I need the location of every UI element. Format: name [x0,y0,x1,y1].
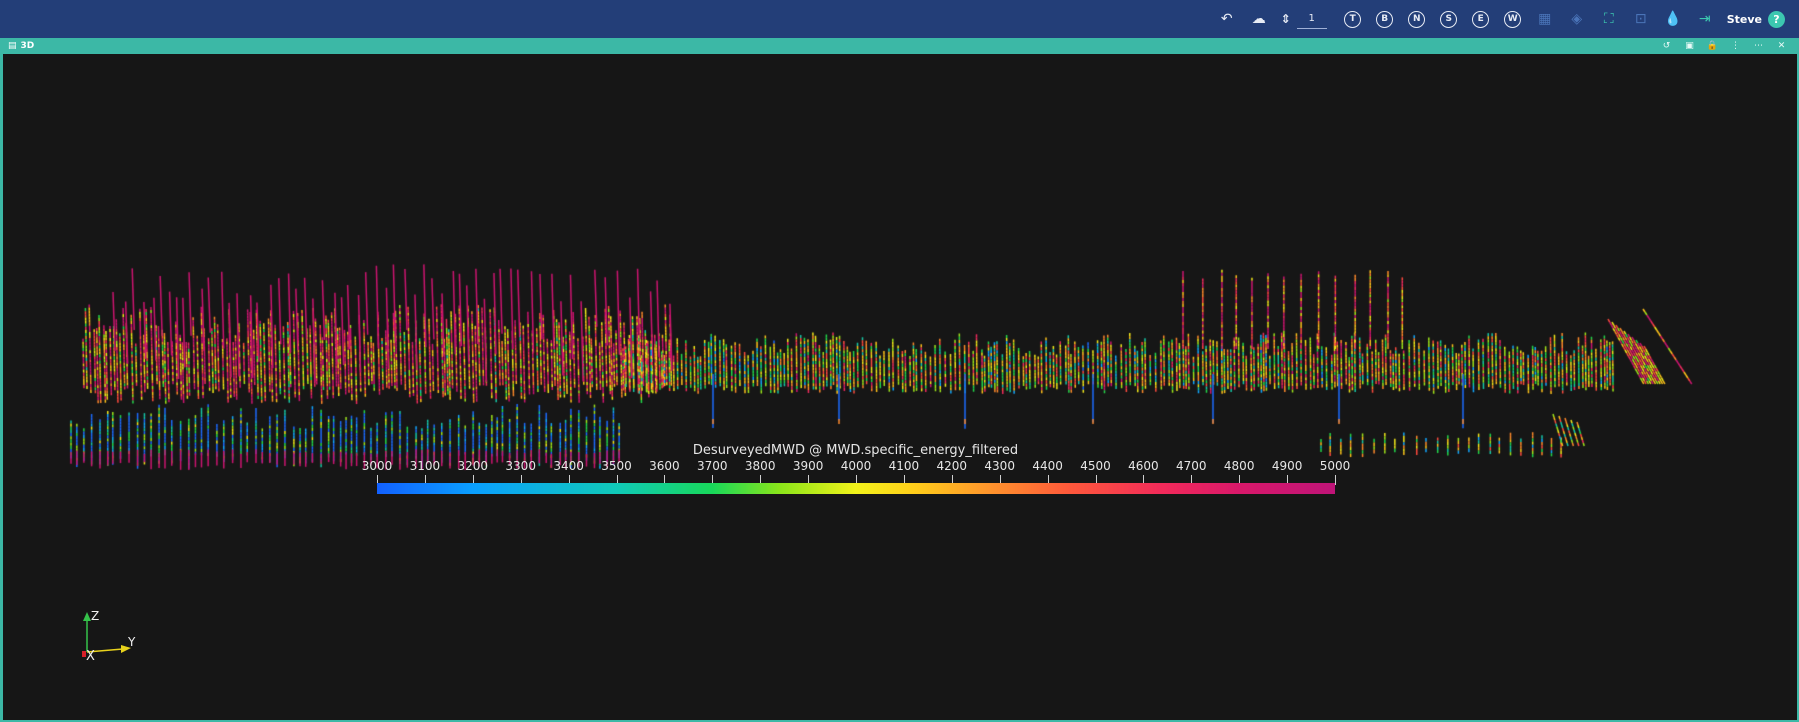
grid-icon: ▦ [1538,11,1552,27]
legend-ticks: 3000 3100 3200 3300 3400 3500 3600 3700 3800 3900… [362,459,1350,485]
legend-tick-label: 4300 [984,459,1015,473]
orientation-axes: Z Y X [82,609,136,664]
droplet-icon: 💧 [1664,11,1682,27]
user-menu[interactable]: Steve ? [1726,10,1785,28]
panel-title: ▤ 3D [8,38,34,54]
fit-view-icon: ⛶ [1603,11,1614,27]
north-view-button[interactable]: N [1401,0,1433,38]
camera-icon: ▣ [1685,41,1694,51]
focus-button[interactable]: ⊡ [1625,0,1657,38]
panel-header: ▤ 3D ↺ ▣ 🔒 ⋮ ⋯ ✕ [0,38,1799,54]
legend-tick-mark [1335,475,1336,485]
undo-button[interactable]: ↶ [1211,0,1243,38]
legend-title: DesurveyedMWD @ MWD.specific_energy_filt… [692,443,1019,458]
panel-title-label: 3D [20,41,35,51]
south-view-button[interactable]: S [1433,0,1465,38]
reset-icon: ↺ [1662,41,1671,51]
lock-icon: 🔒 [1706,41,1719,51]
legend-tick-label: 4700 [1176,459,1207,473]
undo-icon: ↶ [1220,11,1233,27]
legend-tick-label: 4900 [1271,459,1303,473]
top-bar: ↶ ☁ ⇕ T B N S E W ▦ ◈ ⛶ ⊡ 💧 ⇥ Steve ? [0,0,1799,39]
panel-actions: ↺ ▣ 🔒 ⋮ ⋯ ✕ [1655,38,1793,54]
user-name: Steve [1726,12,1762,26]
top-view-button[interactable]: T [1337,0,1369,38]
grid-button[interactable]: ▦ [1529,0,1561,38]
more-button[interactable]: ⋯ [1747,38,1770,54]
legend-color-bar [377,483,1335,494]
legend-tick-label: 4600 [1128,459,1159,473]
level-input[interactable] [1296,9,1327,29]
legend-tick-label: 4400 [1032,459,1063,473]
more-icon: ⋯ [1754,41,1763,51]
logout-icon: ⇥ [1698,11,1711,27]
legend-tick-label: 4800 [1223,459,1255,473]
color-legend: DesurveyedMWD @ MWD.specific_energy_filt… [362,443,1350,503]
layers-button[interactable]: ◈ [1561,0,1593,38]
logout-button[interactable]: ⇥ [1689,0,1721,38]
legend-tick-label: 4500 [1080,459,1111,473]
layers-icon: ◈ [1571,11,1583,27]
legend-tick-label: 3300 [505,459,536,473]
fit-view-button[interactable]: ⛶ [1593,0,1625,38]
bottom-view-button[interactable]: B [1369,0,1401,38]
3d-viewport[interactable]: DesurveyedMWD @ MWD.specific_energy_filt… [3,54,1797,720]
legend-tick-label: 3600 [649,459,680,473]
cloud-button[interactable]: ☁ [1243,0,1275,38]
focus-icon: ⊡ [1634,11,1647,27]
legend-tick-label: 3400 [553,459,584,473]
legend-tick-label: 4000 [840,459,872,473]
legend-tick-label: 5000 [1319,459,1351,473]
cloud-icon: ☁ [1251,11,1266,27]
close-icon: ✕ [1777,41,1786,51]
west-view-icon: W [1504,10,1522,28]
level-icon: ⇕ [1280,12,1291,26]
level-button[interactable]: ⇕ [1275,0,1297,38]
legend-tick-label: 3700 [697,459,728,473]
top-view-icon: T [1344,10,1362,28]
close-button[interactable]: ✕ [1770,38,1793,54]
lock-button[interactable]: 🔒 [1701,38,1724,54]
x-axis-label: X [86,649,95,664]
drop-button[interactable]: 💧 [1657,0,1689,38]
panel-menu-icon[interactable]: ▤ [8,41,17,51]
east-view-button[interactable]: E [1465,0,1497,38]
z-axis-label: Z [91,609,99,623]
legend-tick-label: 3800 [744,459,776,473]
north-view-icon: N [1408,10,1426,28]
drillhole-scene[interactable] [3,54,1797,720]
screenshot-button[interactable]: ▣ [1678,38,1701,54]
kebab-icon: ⋮ [1731,41,1740,51]
legend-tick-label: 4200 [936,459,968,473]
reset-view-button[interactable]: ↺ [1655,38,1678,54]
south-view-icon: S [1440,10,1458,28]
legend-tick-label: 4100 [888,459,920,473]
legend-tick-label: 3900 [792,459,824,473]
z-axis-arrow [83,612,91,621]
legend-tick-label: 3500 [601,459,632,473]
west-view-button[interactable]: W [1497,0,1529,38]
options-button[interactable]: ⋮ [1724,38,1747,54]
legend-tick-label: 3000 [361,459,393,473]
legend-tick-label: 3100 [409,459,441,473]
legend-tick-label: 3200 [457,459,489,473]
toolbar: ↶ ☁ ⇕ T B N S E W ▦ ◈ ⛶ ⊡ 💧 ⇥ Steve ? [1211,0,1785,38]
help-icon[interactable]: ? [1768,10,1785,28]
bottom-view-icon: B [1376,10,1394,28]
y-axis-label: Y [127,635,136,649]
east-view-icon: E [1472,10,1490,28]
